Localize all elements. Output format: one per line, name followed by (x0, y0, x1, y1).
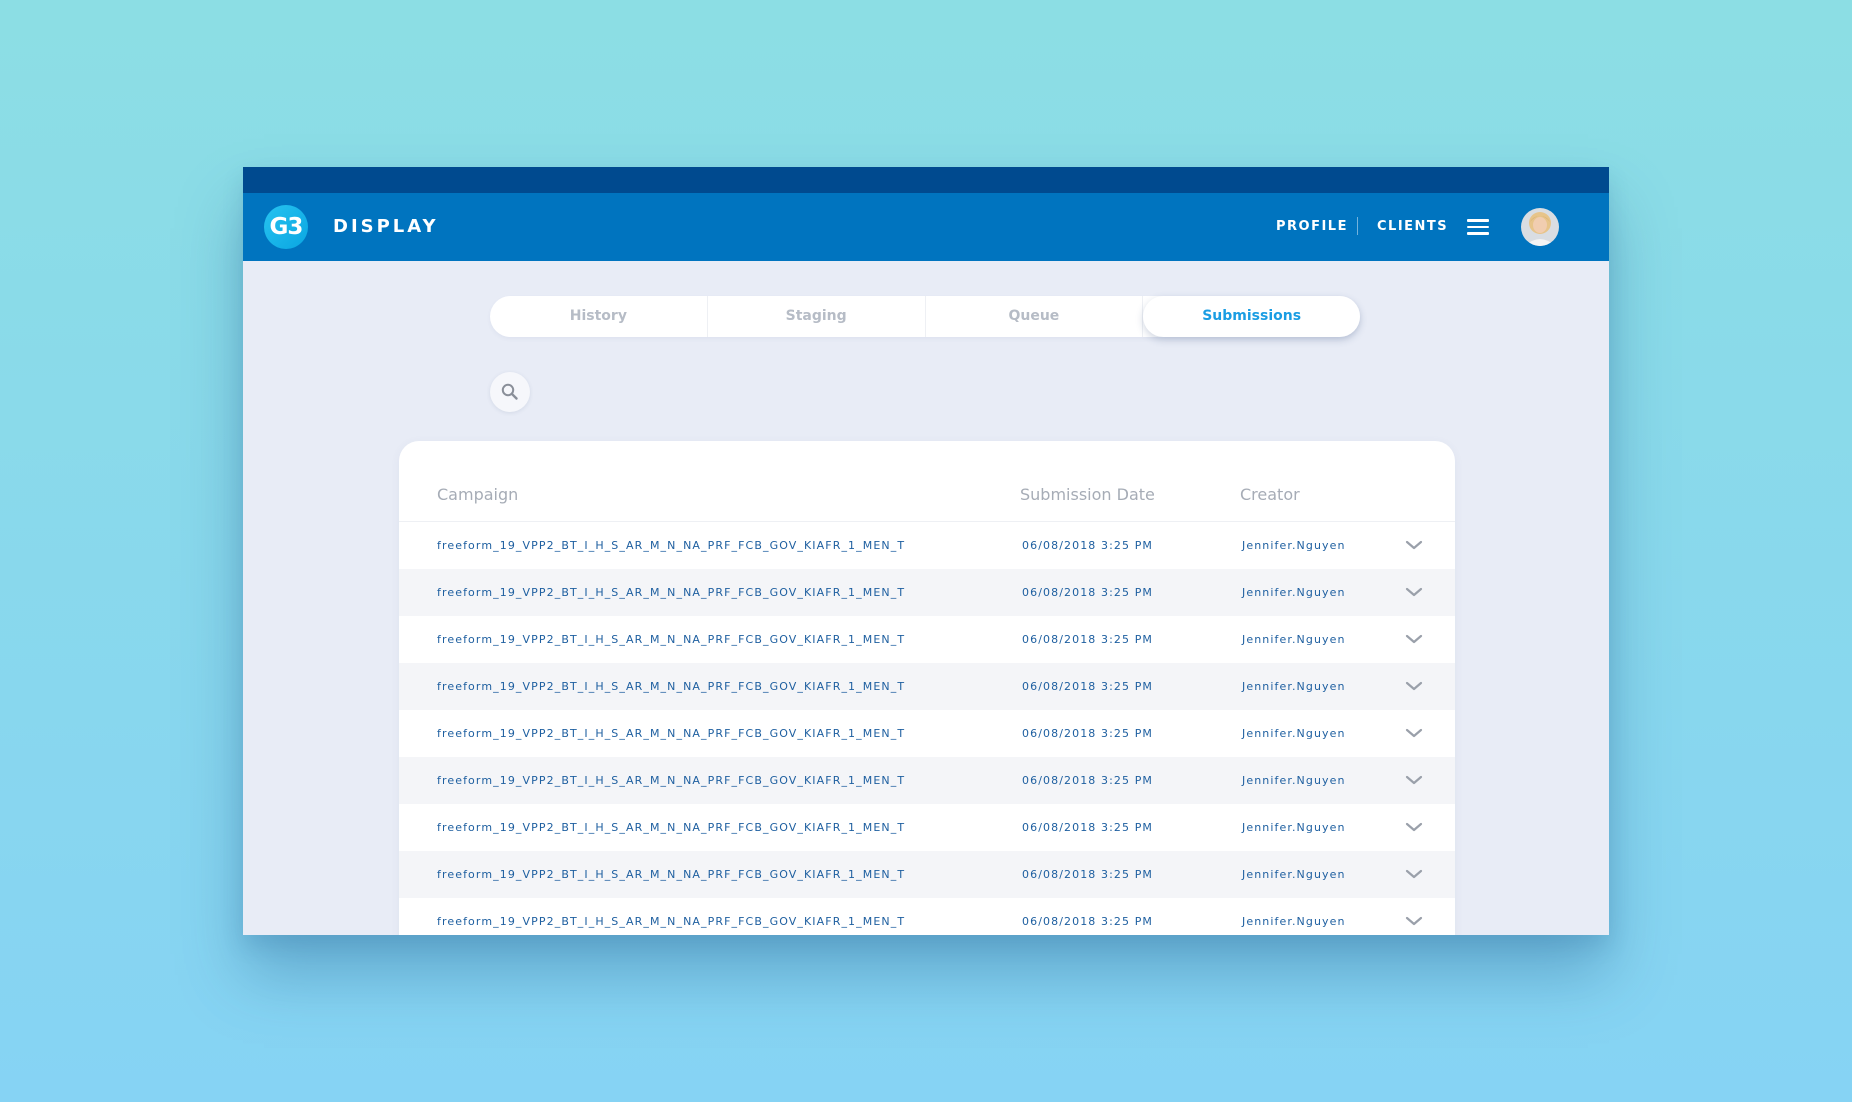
submission-date-cell: 06/08/2018 3:25 PM (1022, 915, 1154, 928)
chevron-down-icon[interactable] (1405, 633, 1423, 645)
tab-staging[interactable]: Staging (708, 296, 926, 337)
chevron-down-icon[interactable] (1405, 680, 1423, 692)
table-row[interactable]: freeform_19_VPP2_BT_I_H_S_AR_M_N_NA_PRF_… (399, 757, 1455, 804)
creator-cell: Jennifer.Nguyen (1242, 680, 1346, 693)
column-header-campaign[interactable]: Campaign (437, 485, 518, 505)
submission-date-cell: 06/08/2018 3:25 PM (1022, 821, 1154, 834)
search-button[interactable] (490, 372, 530, 412)
app-header: G3 DISPLAY PROFILE CLIENTS (243, 193, 1609, 261)
campaign-cell: freeform_19_VPP2_BT_I_H_S_AR_M_N_NA_PRF_… (437, 727, 906, 740)
creator-cell: Jennifer.Nguyen (1242, 727, 1346, 740)
app-title: DISPLAY (333, 216, 439, 237)
creator-cell: Jennifer.Nguyen (1242, 868, 1346, 881)
table-row[interactable]: freeform_19_VPP2_BT_I_H_S_AR_M_N_NA_PRF_… (399, 898, 1455, 935)
creator-cell: Jennifer.Nguyen (1242, 539, 1346, 552)
creator-cell: Jennifer.Nguyen (1242, 774, 1346, 787)
chevron-down-icon[interactable] (1405, 539, 1423, 551)
avatar-portrait-icon (1521, 208, 1559, 246)
campaign-cell: freeform_19_VPP2_BT_I_H_S_AR_M_N_NA_PRF_… (437, 680, 906, 693)
table-row[interactable]: freeform_19_VPP2_BT_I_H_S_AR_M_N_NA_PRF_… (399, 804, 1455, 851)
campaign-cell: freeform_19_VPP2_BT_I_H_S_AR_M_N_NA_PRF_… (437, 821, 906, 834)
creator-cell: Jennifer.Nguyen (1242, 586, 1346, 599)
search-icon (501, 383, 518, 400)
table-row[interactable]: freeform_19_VPP2_BT_I_H_S_AR_M_N_NA_PRF_… (399, 522, 1455, 569)
submission-date-cell: 06/08/2018 3:25 PM (1022, 633, 1154, 646)
table-header: Campaign Submission Date Creator (399, 441, 1455, 522)
submission-date-cell: 06/08/2018 3:25 PM (1022, 586, 1154, 599)
creator-cell: Jennifer.Nguyen (1242, 915, 1346, 928)
campaign-cell: freeform_19_VPP2_BT_I_H_S_AR_M_N_NA_PRF_… (437, 915, 906, 928)
submission-date-cell: 06/08/2018 3:25 PM (1022, 774, 1154, 787)
nav-divider (1357, 217, 1358, 235)
table-row[interactable]: freeform_19_VPP2_BT_I_H_S_AR_M_N_NA_PRF_… (399, 663, 1455, 710)
tab-submissions[interactable]: Submissions (1143, 296, 1360, 337)
user-avatar[interactable] (1521, 208, 1559, 246)
top-strip (243, 167, 1609, 193)
table-row[interactable]: freeform_19_VPP2_BT_I_H_S_AR_M_N_NA_PRF_… (399, 851, 1455, 898)
nav-profile-link[interactable]: PROFILE (1276, 218, 1348, 236)
submission-date-cell: 06/08/2018 3:25 PM (1022, 727, 1154, 740)
chevron-down-icon[interactable] (1405, 821, 1423, 833)
chevron-down-icon[interactable] (1405, 774, 1423, 786)
campaign-cell: freeform_19_VPP2_BT_I_H_S_AR_M_N_NA_PRF_… (437, 539, 906, 552)
submissions-table: Campaign Submission Date Creator freefor… (399, 441, 1455, 935)
submission-date-cell: 06/08/2018 3:25 PM (1022, 539, 1154, 552)
submission-date-cell: 06/08/2018 3:25 PM (1022, 680, 1154, 693)
chevron-down-icon[interactable] (1405, 915, 1423, 927)
chevron-down-icon[interactable] (1405, 727, 1423, 739)
creator-cell: Jennifer.Nguyen (1242, 821, 1346, 834)
creator-cell: Jennifer.Nguyen (1242, 633, 1346, 646)
table-row[interactable]: freeform_19_VPP2_BT_I_H_S_AR_M_N_NA_PRF_… (399, 616, 1455, 663)
column-header-submission-date[interactable]: Submission Date (1020, 485, 1155, 505)
campaign-cell: freeform_19_VPP2_BT_I_H_S_AR_M_N_NA_PRF_… (437, 868, 906, 881)
campaign-cell: freeform_19_VPP2_BT_I_H_S_AR_M_N_NA_PRF_… (437, 586, 906, 599)
chevron-down-icon[interactable] (1405, 868, 1423, 880)
campaign-cell: freeform_19_VPP2_BT_I_H_S_AR_M_N_NA_PRF_… (437, 774, 906, 787)
g3-logo[interactable]: G3 (264, 205, 308, 249)
submission-date-cell: 06/08/2018 3:25 PM (1022, 868, 1154, 881)
tab-history[interactable]: History (490, 296, 708, 337)
column-header-creator[interactable]: Creator (1240, 485, 1300, 505)
hamburger-menu-icon[interactable] (1467, 219, 1489, 235)
table-row[interactable]: freeform_19_VPP2_BT_I_H_S_AR_M_N_NA_PRF_… (399, 569, 1455, 616)
nav-clients-link[interactable]: CLIENTS (1377, 218, 1448, 236)
app-window: G3 DISPLAY PROFILE CLIENTS History Stagi… (243, 167, 1609, 935)
tab-queue[interactable]: Queue (926, 296, 1144, 337)
chevron-down-icon[interactable] (1405, 586, 1423, 598)
table-row[interactable]: freeform_19_VPP2_BT_I_H_S_AR_M_N_NA_PRF_… (399, 710, 1455, 757)
campaign-cell: freeform_19_VPP2_BT_I_H_S_AR_M_N_NA_PRF_… (437, 633, 906, 646)
view-tabs: History Staging Queue Submissions (490, 296, 1360, 337)
